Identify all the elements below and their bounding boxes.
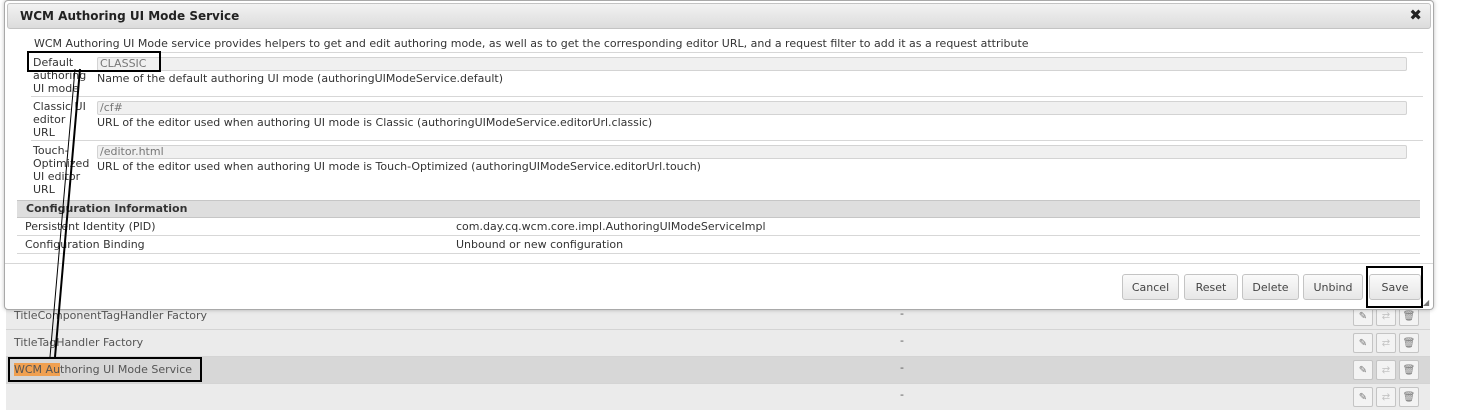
- annotation-connector: [49, 68, 81, 358]
- trash-icon[interactable]: 🗑: [1399, 387, 1419, 407]
- pencil-icon[interactable]: ✎: [1353, 387, 1373, 407]
- bind-icon[interactable]: ⇄: [1376, 387, 1396, 407]
- row-actions: ✎ ⇄ 🗑: [1353, 387, 1419, 407]
